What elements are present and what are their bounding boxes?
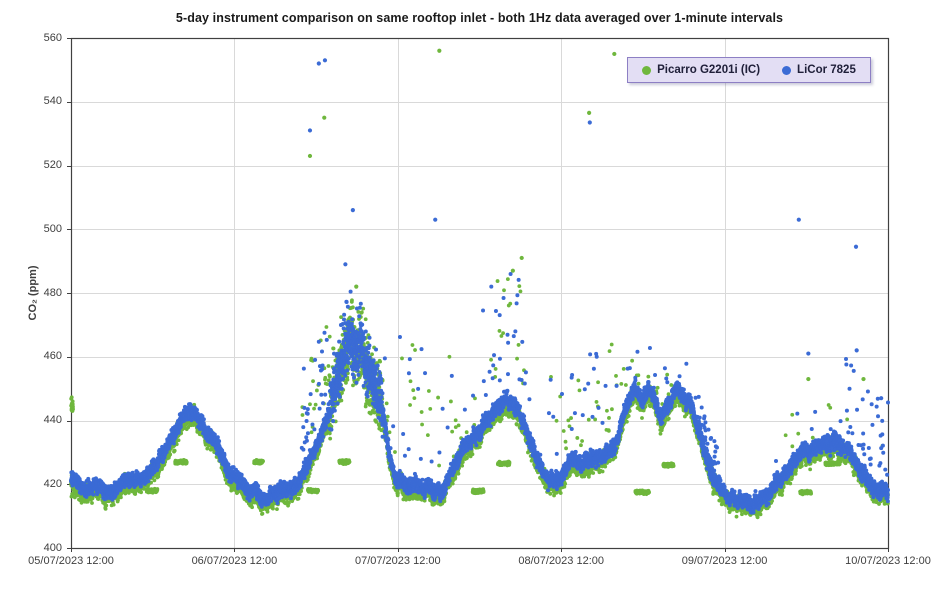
legend-item-licor: LiCor 7825	[782, 64, 856, 76]
picarro-swatch-icon	[642, 66, 651, 75]
y-axis-tick-label: 540	[17, 95, 62, 107]
x-axis-tick-label: 08/07/2023 12:00	[501, 555, 621, 567]
y-axis-tick-label: 420	[17, 478, 62, 490]
legend-item-picarro: Picarro G2201i (IC)	[642, 64, 760, 76]
chart-title: 5-day instrument comparison on same roof…	[71, 11, 888, 25]
plot-canvas	[0, 0, 952, 589]
chart-window: 5-day instrument comparison on same roof…	[0, 0, 952, 589]
x-axis-tick-label: 06/07/2023 12:00	[174, 555, 294, 567]
legend-label-picarro: Picarro G2201i (IC)	[657, 64, 760, 76]
y-axis-tick-label: 520	[17, 159, 62, 171]
y-axis-tick-label: 400	[17, 542, 62, 554]
x-axis-tick-label: 05/07/2023 12:00	[11, 555, 131, 567]
y-axis-tick-label: 560	[17, 32, 62, 44]
legend: Picarro G2201i (IC) LiCor 7825	[627, 57, 871, 83]
y-axis-tick-label: 500	[17, 223, 62, 235]
y-axis-tick-label: 460	[17, 350, 62, 362]
x-axis-tick-label: 07/07/2023 12:00	[338, 555, 458, 567]
x-axis-tick-label: 10/07/2023 12:00	[828, 555, 948, 567]
x-axis-tick-label: 09/07/2023 12:00	[665, 555, 785, 567]
legend-label-licor: LiCor 7825	[797, 64, 856, 76]
y-axis-tick-label: 480	[17, 287, 62, 299]
y-axis-tick-label: 440	[17, 414, 62, 426]
licor-swatch-icon	[782, 66, 791, 75]
